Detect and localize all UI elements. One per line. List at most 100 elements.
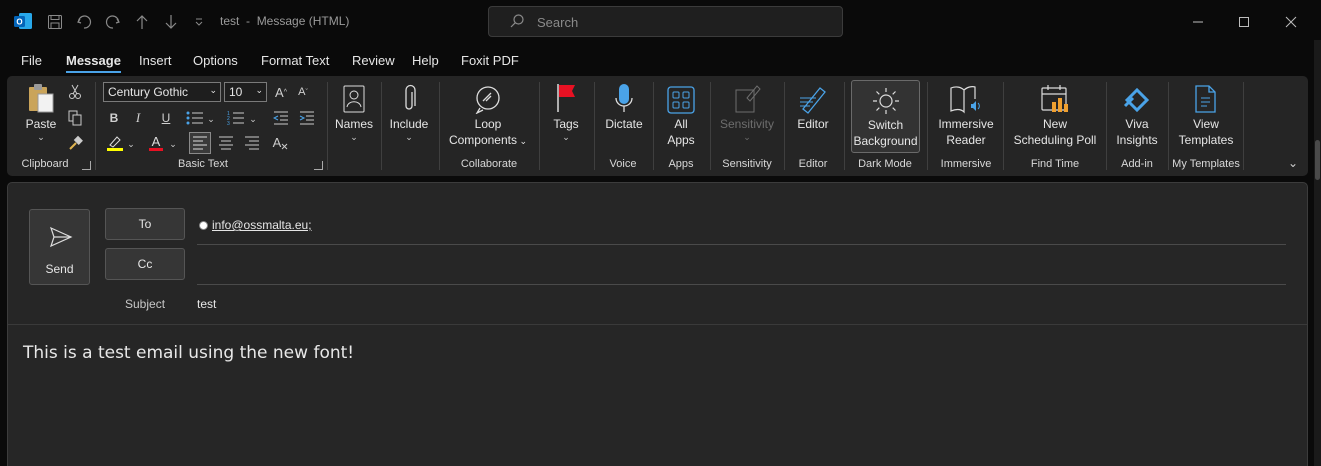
dictate-button[interactable]: Dictate	[600, 80, 648, 132]
include-button[interactable]: Include ⌄	[385, 80, 433, 142]
arrow-up-icon[interactable]	[131, 11, 153, 33]
decrease-indent-icon[interactable]	[271, 108, 291, 128]
loop-icon	[445, 80, 531, 114]
numbering-icon[interactable]: 123	[226, 108, 246, 128]
italic-icon[interactable]: I	[128, 108, 148, 128]
tab-message[interactable]: Message	[66, 53, 121, 73]
chevron-down-icon[interactable]: ⌄	[167, 134, 179, 154]
all-apps-button[interactable]: All Apps	[659, 80, 703, 148]
tags-button[interactable]: Tags ⌄	[547, 80, 585, 142]
group-find-time: Find Time	[1030, 158, 1080, 170]
subject-input[interactable]: test	[197, 297, 216, 311]
tab-help[interactable]: Help	[412, 53, 439, 68]
send-button[interactable]: Send	[29, 209, 90, 285]
highlight-icon[interactable]	[105, 133, 125, 153]
clipboard-launcher-icon[interactable]	[82, 161, 91, 170]
to-button[interactable]: To	[105, 208, 185, 240]
ribbon-collapse-chevron-icon[interactable]: ⌄	[1283, 153, 1303, 173]
font-color-icon[interactable]: A	[146, 133, 166, 153]
save-icon[interactable]	[44, 11, 66, 33]
switch-label-2: Background	[853, 134, 918, 148]
immersive-label-2: Reader	[946, 133, 986, 147]
all-apps-label-2: Apps	[667, 133, 695, 147]
send-label: Send	[45, 262, 74, 276]
bullets-icon[interactable]	[185, 108, 205, 128]
presence-icon	[199, 220, 208, 230]
ribbon-tabs: File Message Insert Options Format Text …	[0, 50, 1321, 74]
grow-font-icon[interactable]: A ^	[271, 82, 291, 102]
scrollbar[interactable]	[1315, 140, 1320, 180]
address-book-icon	[332, 80, 376, 114]
search-box[interactable]: Search	[488, 6, 843, 37]
copy-icon[interactable]	[65, 108, 85, 128]
clear-formatting-icon[interactable]: A	[270, 133, 290, 153]
paste-button[interactable]: Paste ⌄	[21, 80, 61, 142]
group-add-in: Add-in	[1121, 158, 1153, 170]
chevron-down-icon[interactable]: ⌄	[205, 109, 217, 129]
dictate-label: Dictate	[605, 117, 643, 131]
maximize-icon[interactable]	[1232, 10, 1256, 34]
group-voice: Voice	[609, 158, 637, 170]
font-size-field[interactable]: 10 ⌄	[224, 82, 267, 102]
separator	[1003, 82, 1004, 170]
tab-review[interactable]: Review	[352, 53, 395, 68]
immersive-reader-button[interactable]: Immersive Reader	[933, 80, 999, 148]
increase-indent-icon[interactable]	[297, 108, 317, 128]
align-center-icon[interactable]	[216, 133, 236, 153]
chevron-down-icon: ⌄	[350, 132, 358, 142]
tab-file[interactable]: File	[21, 53, 42, 68]
align-right-icon[interactable]	[242, 133, 262, 153]
tab-format-text[interactable]: Format Text	[261, 53, 329, 68]
underline-icon[interactable]: U	[156, 108, 176, 128]
editor-pen-icon	[791, 80, 835, 114]
recipient-chip[interactable]: info@ossmalta.eu;	[199, 218, 312, 232]
viva-label-1: Viva	[1125, 117, 1149, 131]
message-body[interactable]: This is a test email using the new font!	[23, 343, 354, 363]
sensitivity-label: Sensitivity	[719, 117, 775, 131]
to-field[interactable]	[197, 244, 1286, 245]
chevron-down-icon: ⌄	[405, 132, 413, 142]
editor-button[interactable]: Editor	[791, 80, 835, 132]
chevron-down-icon[interactable]: ⌄	[247, 109, 259, 129]
format-painter-icon[interactable]	[65, 133, 85, 153]
chevron-down-icon: ⌄	[209, 85, 217, 95]
tab-foxit-pdf[interactable]: Foxit PDF	[461, 53, 519, 68]
minimize-icon[interactable]	[1186, 10, 1210, 34]
cc-button[interactable]: Cc	[105, 248, 185, 280]
close-icon[interactable]	[1279, 10, 1303, 34]
arrow-down-icon[interactable]	[160, 11, 182, 33]
cut-icon[interactable]	[65, 82, 85, 102]
bold-icon[interactable]: B	[104, 108, 124, 128]
tab-insert[interactable]: Insert	[139, 53, 172, 68]
align-left-icon[interactable]	[189, 132, 211, 154]
window-title: test - Message (HTML)	[220, 14, 350, 28]
tab-options[interactable]: Options	[193, 53, 238, 68]
switch-background-content: Switch Background	[852, 81, 919, 149]
loop-components-button[interactable]: Loop Components ⌄	[445, 80, 531, 149]
font-name-field[interactable]: Century Gothic ⌄	[103, 82, 221, 102]
chevron-down-icon[interactable]: ⌄	[125, 134, 137, 154]
separator	[439, 82, 440, 170]
separator	[95, 82, 96, 170]
basic-text-launcher-icon[interactable]	[314, 161, 323, 170]
view-templates-button[interactable]: View Templates	[1173, 80, 1239, 148]
new-scheduling-poll-button[interactable]: New Scheduling Poll	[1009, 80, 1101, 148]
redo-icon[interactable]	[102, 11, 124, 33]
undo-icon[interactable]	[73, 11, 95, 33]
group-my-templates: My Templates	[1172, 158, 1240, 170]
subject-label: Subject	[125, 297, 166, 311]
sensitivity-button[interactable]: Sensitivity ⌄	[717, 80, 777, 142]
immersive-reader-icon	[933, 80, 999, 114]
shrink-font-icon[interactable]: Aˇ	[293, 82, 313, 102]
group-dark-mode: Dark Mode	[858, 158, 912, 170]
group-collaborate: Collaborate	[460, 158, 518, 170]
sched-label-2: Scheduling Poll	[1013, 133, 1097, 147]
viva-insights-button[interactable]: Viva Insights	[1111, 80, 1163, 148]
switch-background-button[interactable]: Switch Background	[851, 80, 920, 153]
title-bar: O test - Message (HTML) Search	[0, 0, 1321, 44]
separator	[844, 82, 845, 170]
customize-toolbar-icon[interactable]	[188, 11, 210, 33]
font-name-value: Century Gothic	[108, 85, 189, 99]
names-button[interactable]: Names ⌄	[332, 80, 376, 142]
cc-field[interactable]	[197, 284, 1286, 285]
